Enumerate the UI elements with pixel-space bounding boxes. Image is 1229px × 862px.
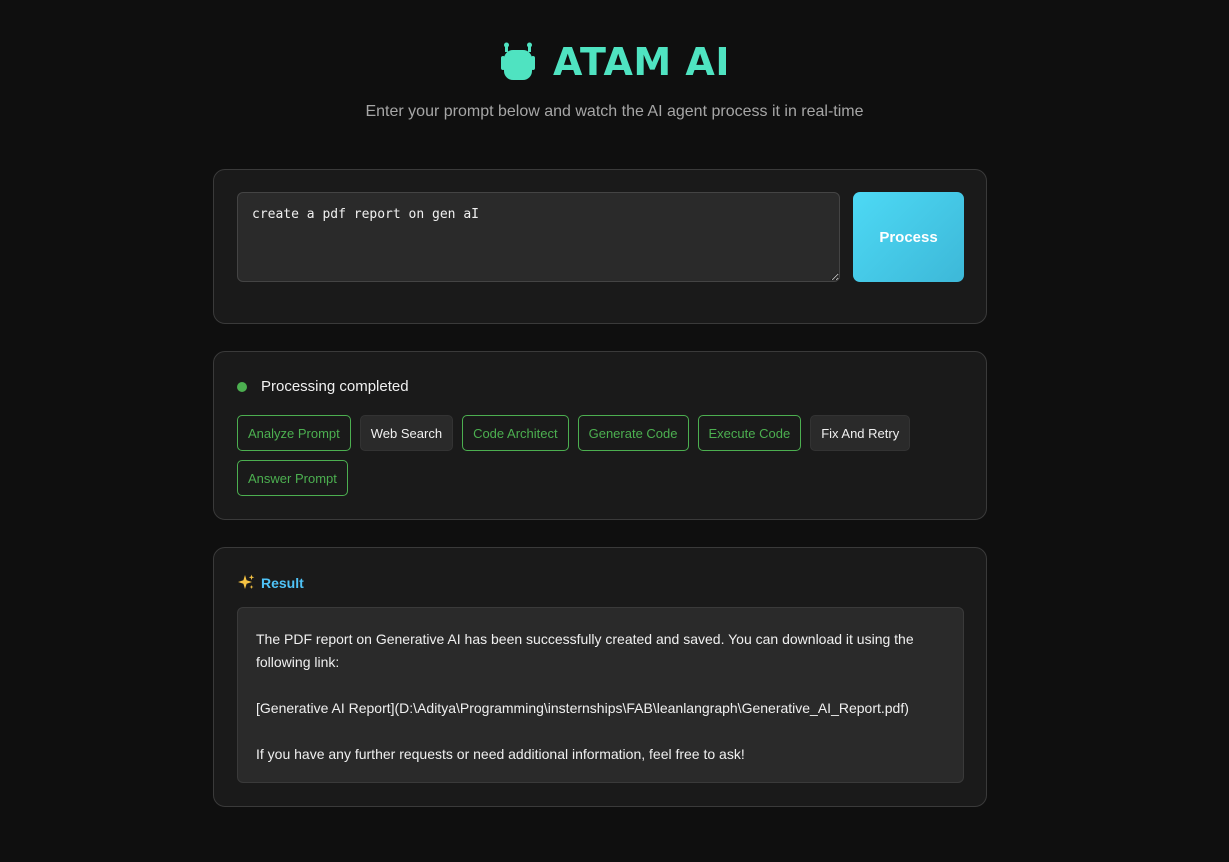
step-analyze-prompt: Analyze Prompt (237, 415, 351, 451)
step-code-architect: Code Architect (462, 415, 569, 451)
step-web-search: Web Search (359, 415, 454, 451)
result-paragraph: If you have any further requests or need… (256, 746, 745, 762)
result-card: Result The PDF report on Generative AI h… (213, 547, 987, 807)
prompt-card: Process (213, 169, 987, 324)
result-title: Result (261, 574, 304, 591)
step-execute-code: Execute Code (697, 415, 802, 451)
app-header: ATAM AI (0, 40, 1229, 84)
result-link[interactable]: [Generative AI Report](D:\Aditya\Program… (256, 697, 945, 720)
step-answer-prompt: Answer Prompt (237, 460, 348, 496)
status-card: Processing completed Analyze Prompt Web … (213, 351, 987, 520)
step-generate-code: Generate Code (577, 415, 689, 451)
robot-icon (499, 42, 537, 82)
step-fix-and-retry: Fix And Retry (810, 415, 911, 451)
status-dot-icon (237, 381, 247, 392)
sparkle-icon (238, 574, 255, 591)
result-paragraph: The PDF report on Generative AI has been… (256, 631, 914, 670)
status-text: Processing completed (261, 378, 409, 395)
result-content: The PDF report on Generative AI has been… (237, 607, 964, 783)
prompt-input[interactable] (237, 192, 840, 282)
app-subtitle: Enter your prompt below and watch the AI… (365, 103, 864, 120)
app-page: ATAM AI Enter your prompt below and watc… (0, 0, 1229, 862)
process-button[interactable]: Process (853, 192, 964, 282)
result-header: Result (238, 574, 304, 591)
steps-list: Analyze Prompt Web Search Code Architect… (237, 415, 967, 496)
status-row: Processing completed (237, 378, 409, 395)
app-title: ATAM AI (553, 40, 730, 84)
